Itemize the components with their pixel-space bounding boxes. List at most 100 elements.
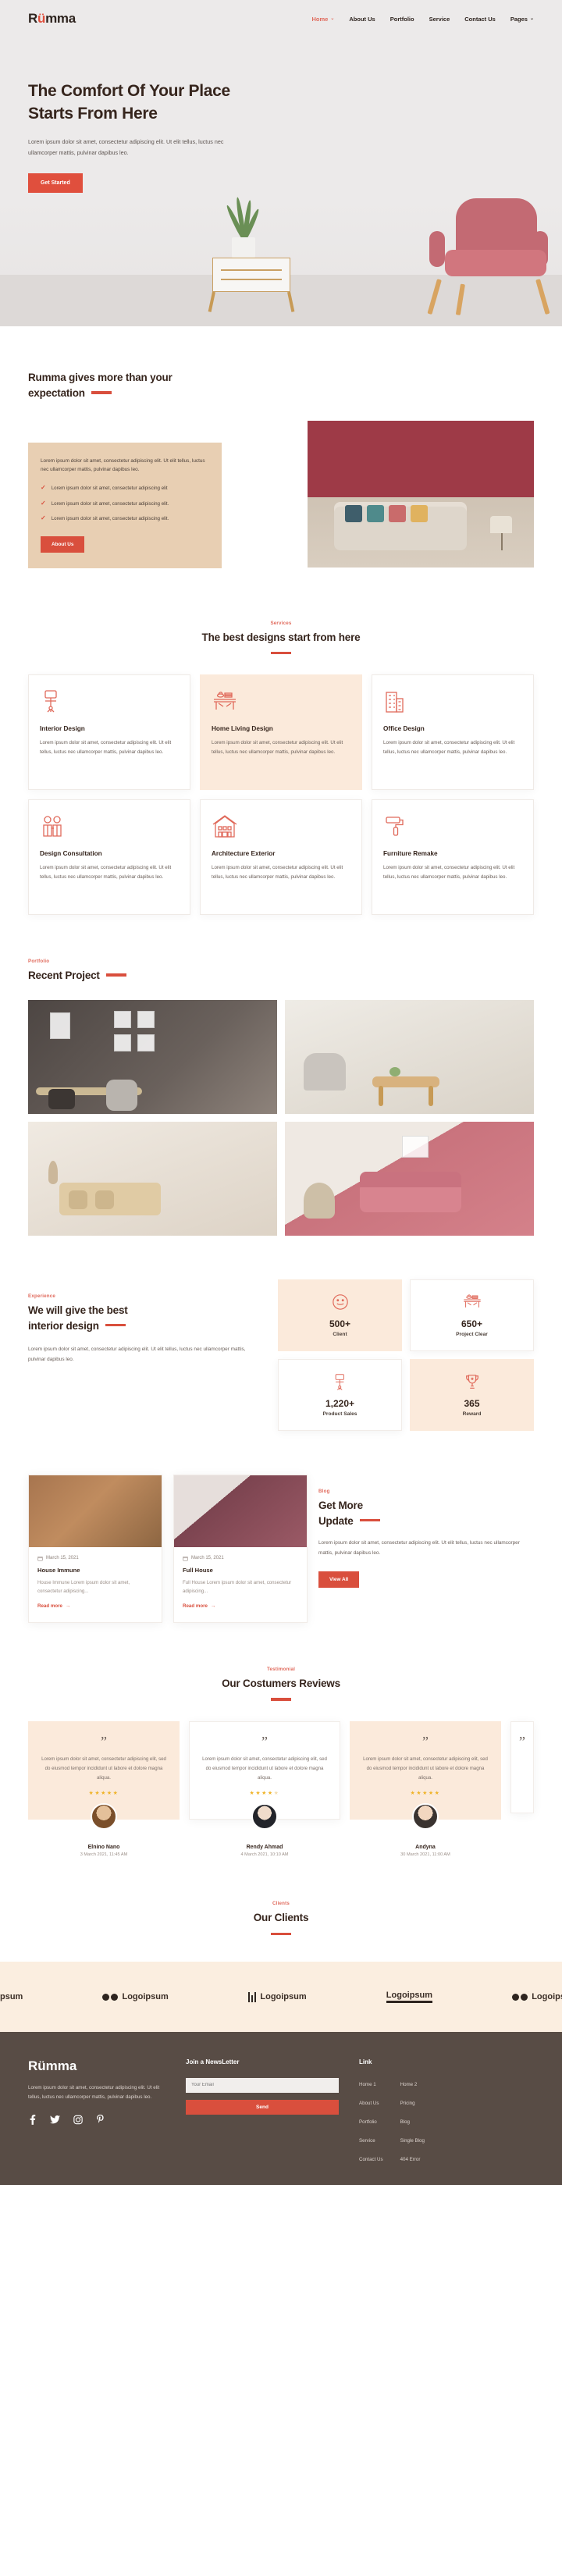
footer-link-portfolio[interactable]: Portfolio [359, 2119, 377, 2125]
checklist-item: ✓ Lorem ipsum dolor sit amet, consectetu… [41, 500, 209, 509]
brand-logo-pre: R [28, 11, 37, 26]
calendar-icon [183, 1556, 188, 1561]
about-checklist: ✓ Lorem ipsum dolor sit amet, consectetu… [41, 485, 209, 524]
avatar [251, 1803, 278, 1831]
accent-rule [271, 651, 291, 655]
clients-title: Our Clients [253, 1912, 309, 1924]
testimonial-date: 4 March 2021, 10:10 AM [240, 1852, 289, 1858]
living-table-icon [462, 1293, 482, 1312]
blog-excerpt: House Immune Lorem ipsum dolor sit amet,… [37, 1579, 130, 1594]
checklist-text: Lorem ipsum dolor sit amet, consectetur … [51, 486, 168, 492]
nav-item-home[interactable]: Home ⌄ [312, 16, 335, 23]
calendar-icon [37, 1556, 43, 1561]
footer-link-404-error[interactable]: 404 Error [400, 2157, 421, 2162]
testimonial-name: Elnino Nano [87, 1845, 120, 1851]
read-more-link[interactable]: Read more → [183, 1603, 215, 1609]
portfolio-item[interactable] [285, 999, 534, 1114]
blog-image [29, 1475, 162, 1547]
blog-heading-line2: Update [318, 1514, 354, 1527]
hero-title: The Comfort Of Your Place Starts From He… [28, 80, 258, 126]
blog-date: March 15, 2021 [37, 1556, 153, 1561]
services-grid: Interior Design Lorem ipsum dolor sit am… [28, 674, 534, 916]
footer-link-home-1[interactable]: Home 1 [359, 2082, 376, 2087]
service-card-home-living-design[interactable]: Home Living Design Lorem ipsum dolor sit… [200, 674, 362, 791]
office-building-icon [383, 689, 522, 716]
about-image [308, 420, 534, 568]
experience-title-line2: interior design [28, 1319, 99, 1332]
portfolio-item[interactable] [28, 1121, 277, 1236]
instagram-icon[interactable] [73, 2115, 83, 2125]
footer-link-service[interactable]: Service [359, 2138, 375, 2144]
cabinet-decoration [208, 258, 295, 312]
service-title: Office Design [383, 725, 425, 733]
office-chair-icon [332, 1373, 349, 1392]
portfolio-item[interactable] [28, 999, 277, 1114]
living-table-icon [212, 689, 350, 716]
checklist-item: ✓ Lorem ipsum dolor sit amet, consectetu… [41, 485, 209, 493]
pinterest-icon[interactable] [96, 2115, 105, 2125]
service-card-furniture-remake[interactable]: Furniture Remake Lorem ipsum dolor sit a… [372, 799, 534, 916]
brand-logo[interactable]: Rümma [28, 11, 76, 27]
service-card-architecture-exterior[interactable]: Architecture Exterior Lorem ipsum dolor … [200, 799, 362, 916]
email-field[interactable] [186, 2077, 339, 2093]
footer-logo[interactable]: Rümma [28, 2058, 165, 2074]
service-title: Furniture Remake [383, 850, 438, 858]
blog-heading-line1: Get More [318, 1499, 363, 1511]
footer-link-about-us[interactable]: About Us [359, 2101, 379, 2106]
portfolio-section: Portfolio Recent Project [0, 915, 562, 1236]
blog-card[interactable]: March 15, 2021 House Immune House Immune… [28, 1474, 162, 1624]
testimonial-card: ” Lorem ipsum dolor sit amet, consectetu… [189, 1720, 340, 1831]
testimonial-name: Andyna [415, 1845, 436, 1851]
nav-item-contact-us[interactable]: Contact Us [464, 16, 496, 23]
nav-item-service[interactable]: Service [429, 16, 450, 23]
client-logo-text: psum [0, 1992, 23, 2002]
testimonial-eyebrow: Testimonial [266, 1667, 296, 1673]
footer-link-blog[interactable]: Blog [400, 2119, 410, 2125]
footer-link-home-2[interactable]: Home 2 [400, 2082, 418, 2087]
about-us-button[interactable]: About Us [41, 535, 85, 553]
check-icon: ✓ [41, 514, 46, 522]
rating-stars: ★★★★★ [249, 1791, 280, 1797]
footer-link-pricing[interactable]: Pricing [400, 2101, 415, 2106]
nav-item-portfolio[interactable]: Portfolio [390, 16, 414, 23]
nav-label: Home [311, 15, 329, 23]
facebook-icon[interactable] [28, 2115, 37, 2126]
blog-card[interactable]: March 15, 2021 Full House Full House Lor… [173, 1474, 308, 1624]
footer-link-contact-us[interactable]: Contact Us [359, 2157, 383, 2162]
send-button[interactable]: Send [186, 2099, 339, 2115]
testimonial-card-partial[interactable]: ” [510, 1720, 534, 1813]
service-card-interior-design[interactable]: Interior Design Lorem ipsum dolor sit am… [28, 674, 190, 791]
stat-label: Product Sales [322, 1411, 357, 1417]
service-card-design-consultation[interactable]: Design Consultation Lorem ipsum dolor si… [28, 799, 190, 916]
service-title: Design Consultation [40, 850, 102, 858]
clients-logo-band: psum Logoipsum Logoipsum Logoipsum Logoi… [0, 1962, 562, 2033]
read-more-link[interactable]: Read more → [37, 1603, 70, 1609]
footer-description: Lorem ipsum dolor sit amet, consectetur … [28, 2085, 160, 2101]
twitter-icon[interactable] [50, 2115, 60, 2125]
experience-title-line1: We will give the best [28, 1304, 128, 1316]
get-started-button[interactable]: Get Started [28, 173, 83, 193]
service-title: Architecture Exterior [212, 850, 276, 858]
blog-title: House Immune [37, 1566, 80, 1574]
portfolio-item[interactable] [285, 1121, 534, 1236]
clients-eyebrow: Clients [272, 1901, 290, 1907]
accent-rule [91, 391, 112, 394]
blog-image [174, 1475, 307, 1547]
client-logo: Logoipsum [247, 1991, 307, 2002]
client-logo-text: Logoipsum [122, 1992, 169, 2002]
hero-section: The Comfort Of Your Place Starts From He… [0, 37, 562, 326]
testimonial-text: Lorem ipsum dolor sit amet, consectetur … [202, 1756, 327, 1781]
dots-icon [102, 1993, 119, 2001]
service-card-office-design[interactable]: Office Design Lorem ipsum dolor sit amet… [372, 674, 534, 791]
blog-section: March 15, 2021 House Immune House Immune… [0, 1431, 562, 1624]
footer-links-heading: Link [359, 2058, 372, 2066]
clients-section: Clients Our Clients [0, 1857, 562, 1943]
checklist-text: Lorem ipsum dolor sit amet, consectetur … [51, 516, 169, 522]
view-all-button[interactable]: View All [318, 1571, 360, 1588]
trophy-icon [464, 1373, 481, 1392]
stats-grid: 500+ Client 650+ Project Clear 1,220+ Pr… [278, 1279, 534, 1431]
landing-page: Rümma Home ⌄ About Us Portfolio Service C… [0, 0, 562, 2186]
nav-item-pages[interactable]: Pages ⌄ [510, 16, 534, 23]
nav-item-about-us[interactable]: About Us [349, 16, 375, 23]
footer-link-single-blog[interactable]: Single Blog [400, 2138, 425, 2144]
